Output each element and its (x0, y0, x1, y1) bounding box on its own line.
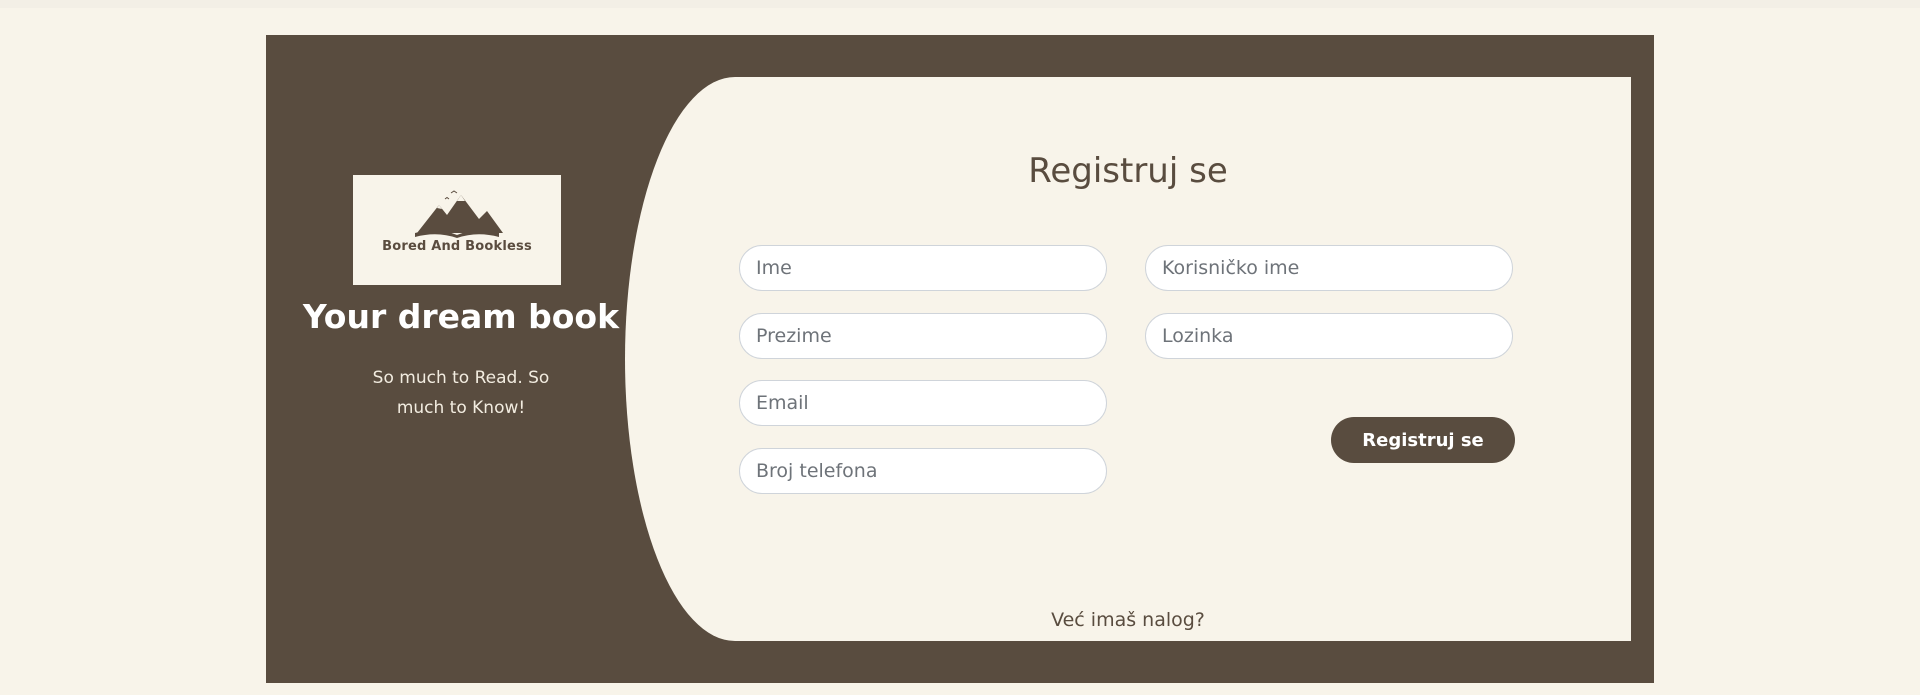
tagline: Your dream book (302, 297, 620, 336)
first-name-field[interactable] (739, 245, 1107, 291)
login-link[interactable]: Već imaš nalog? (625, 609, 1631, 631)
register-card: Bored And Bookless Your dream book So mu… (266, 35, 1654, 683)
logo-text: Bored And Bookless (382, 239, 532, 254)
register-button[interactable]: Registruj se (1331, 417, 1515, 463)
username-field[interactable] (1145, 245, 1513, 291)
mountains-book-icon (415, 190, 503, 238)
subtitle: So much to Read. So much to Know! (372, 368, 550, 418)
last-name-field[interactable] (739, 313, 1107, 359)
top-strip (0, 0, 1920, 8)
logo: Bored And Bookless (353, 175, 561, 285)
password-field[interactable] (1145, 313, 1513, 359)
form-panel: Registruj se Registruj se Već imaš nalog… (625, 77, 1631, 641)
email-field[interactable] (739, 380, 1107, 426)
form-title: Registruj se (1028, 151, 1228, 191)
phone-field[interactable] (739, 448, 1107, 494)
brand-panel: Bored And Bookless Your dream book So mu… (266, 35, 656, 683)
